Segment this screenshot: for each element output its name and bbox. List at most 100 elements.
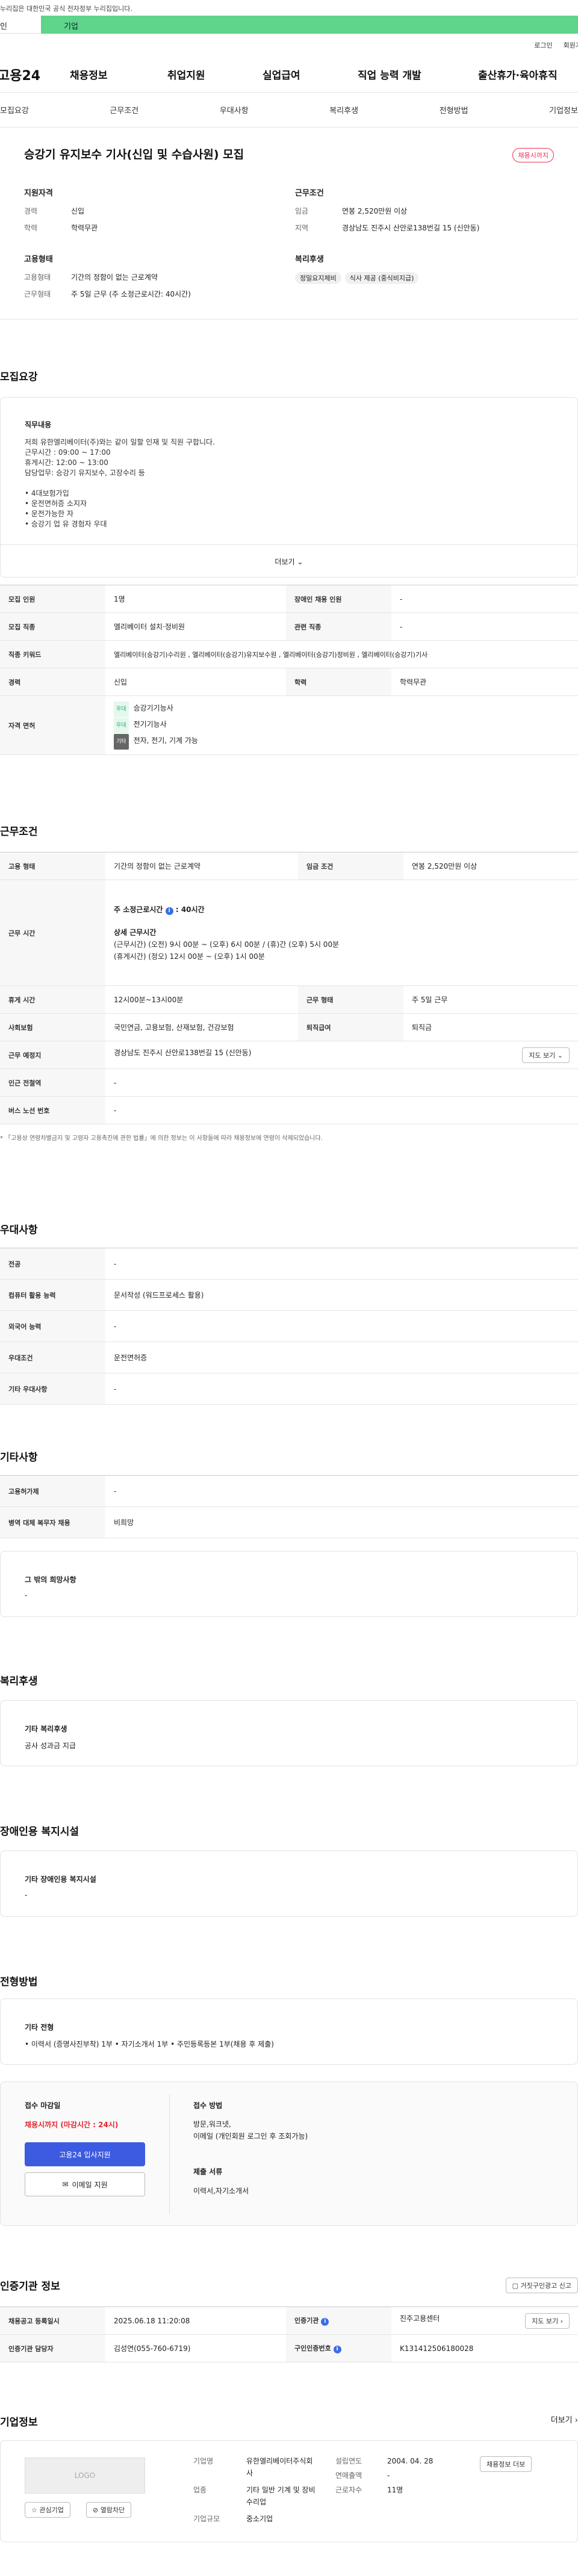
menu-employment-support[interactable]: 취업지원 — [167, 67, 263, 82]
welfare-chip: 정밀요지체비 — [295, 272, 341, 284]
document-icon: ▢ — [512, 2282, 519, 2290]
table-row: 근무 예정지 경상남도 진주시 산안로138번길 15 (신안동) 지도 보기 ⌄ — [0, 1041, 578, 1069]
career-label: 경력 — [24, 207, 38, 215]
anchor-work[interactable]: 근무조건 — [110, 104, 138, 116]
pc-label: 컴퓨터 활용 능력 — [0, 1279, 105, 1311]
lang-value: - — [105, 1310, 578, 1342]
sales-label: 연매출액 — [335, 2471, 362, 2480]
bus-label: 버스 노선 번호 — [0, 1096, 105, 1124]
selection-box-value: • 이력서 (증명사진부착) 1부 • 자기소개서 1부 • 주민등록등본 1부… — [25, 2040, 274, 2048]
menu-unemployment-benefit[interactable]: 실업급여 — [263, 67, 358, 82]
pc-value: 문서작성 (워드프로세스 활용) — [105, 1279, 578, 1311]
weekly-hours: 주 소정근로시간 i : 40시간 — [114, 905, 205, 915]
cert-map-button[interactable]: 지도 보기 › — [525, 2313, 570, 2329]
block-label: 열람차단 — [100, 2506, 125, 2514]
visa-value: - — [105, 1475, 578, 1507]
info-icon[interactable]: i — [165, 907, 173, 915]
anchor-company[interactable]: 기업정보 — [549, 104, 578, 116]
selection-section: 전형방법 — [0, 1973, 578, 1988]
company-logo: LOGO — [25, 2457, 145, 2494]
duty-line: • 4대보험가입 — [25, 489, 69, 498]
email-apply-label: 이메일 지원 — [72, 2180, 108, 2189]
duty-title: 직무내용 — [25, 421, 52, 429]
docs-value: 이력서,자기소개서 — [193, 2187, 249, 2195]
industry-label: 업종 — [193, 2486, 207, 2494]
related-label: 관련 직종 — [286, 612, 391, 641]
disability-box: 기타 장애인용 복지시설 - — [0, 1850, 578, 1917]
cert-id-label: 구인인증번호 — [294, 2344, 331, 2352]
edu-label: 학력 — [24, 224, 38, 232]
anchor-prefer[interactable]: 우대사항 — [220, 104, 249, 116]
method-value: 방문,워크넷, 이메일 (개인회원 로그인 후 조회가능) — [193, 2118, 308, 2142]
deadline-value: 채용시까지 (마감시간 : 24시) — [25, 2121, 119, 2129]
career-value: 신입 — [71, 207, 85, 215]
cert-section: 인증기관 정보 ▢ 거짓구인광고 신고 — [0, 2278, 578, 2296]
duty-line — [25, 478, 215, 488]
sales-value: - — [387, 2471, 390, 2480]
cert-table: 채용공고 등록일시 2025.06.18 11:20:08 인증기관 i 진주고용센터… — [0, 2306, 578, 2362]
anchor-selection[interactable]: 전형방법 — [440, 104, 468, 116]
email-apply-button[interactable]: ✉ 이메일 지원 — [25, 2172, 145, 2196]
info-icon[interactable]: i — [321, 2318, 329, 2326]
age-notice: * 「고용상 연령차별금지 및 고령자 고용촉진에 관한 법률」에 의한 정보는… — [0, 1135, 323, 1142]
site-logo[interactable]: 고용24 — [0, 65, 70, 84]
detail-hours-line: (휴게시간) (정오) 12시 00분 ~ (오후) 1시 00분 — [114, 952, 265, 961]
company-more-link[interactable]: 더보기 › — [551, 2414, 578, 2425]
welfare-chips: 정밀요지체비 식사 제공 (중식비지급) — [295, 272, 422, 284]
license-item: 기타 전자, 전기, 기계 가능 — [114, 733, 570, 750]
major-label: 전공 — [0, 1248, 105, 1280]
anchor-welfare[interactable]: 복리후생 — [329, 104, 358, 116]
signup-link[interactable]: 회원가 — [564, 40, 578, 50]
favorite-company-button[interactable]: ☆ 관심기업 — [25, 2502, 70, 2518]
tab-individual[interactable]: 인 — [0, 16, 41, 34]
block-view-button[interactable]: ⊘ 열람차단 — [86, 2502, 132, 2518]
tab-company[interactable]: 기업 — [41, 16, 578, 34]
table-row: 컴퓨터 활용 능력 문서작성 (워드프로세스 활용) — [0, 1279, 578, 1311]
login-link[interactable]: 로그인 — [534, 40, 552, 50]
duty-line: 저희 유한엘리베이터(주)와는 같이 일할 인재 및 직원 구합니다. — [25, 438, 215, 446]
info-icon[interactable]: i — [333, 2346, 341, 2353]
global-nav: 고용24 채용정보 취업지원 실업급여 직업 능력 개발 출산휴가·육아휴직 — [0, 57, 578, 93]
menu-vocational-training[interactable]: 직업 능력 개발 — [358, 67, 478, 82]
wish-box: 그 밖의 희망사항 - — [0, 1551, 578, 1617]
report-label: 거짓구인광고 신고 — [520, 2282, 571, 2290]
anchor-recruit[interactable]: 모집요강 — [0, 104, 29, 116]
headcount-value: 1명 — [105, 585, 286, 613]
cert-id-label-cell: 구인인증번호 i — [286, 2334, 391, 2362]
more-button[interactable]: 더보기 ⌄ — [1, 544, 577, 578]
license-tag: 기타 — [114, 734, 129, 750]
company-size-value: 중소기업 — [246, 2515, 273, 2523]
favorite-label: 관심기업 — [39, 2506, 64, 2514]
welfare-box: 기타 복리후생 공사 성과금 지급 — [0, 1700, 578, 1766]
prefer-title: 우대사항 — [0, 1224, 38, 1236]
apply-button[interactable]: 고용24 입사지원 — [25, 2142, 145, 2166]
company-more-label: 더보기 — [550, 2416, 573, 2425]
block-icon: ⊘ — [93, 2506, 99, 2514]
detail-hours-title: 상세 근무시간 — [114, 928, 157, 937]
anchor-tabs: 모집요강 근무조건 우대사항 복리후생 전형방법 기업정보 — [0, 93, 578, 128]
summary-card: 승강기 유지보수 기사(신입 및 수습사원) 모집 채용시까지 지원자격 경력 신… — [0, 128, 578, 302]
map-button[interactable]: 지도 보기 ⌄ — [522, 1047, 570, 1063]
job-value: 엘리베이터 설치·정비원 — [105, 612, 286, 641]
prefer-table: 전공 - 컴퓨터 활용 능력 문서작성 (워드프로세스 활용) 외국어 능력 - 우대… — [0, 1248, 578, 1405]
selection-box-title: 기타 전형 — [25, 2023, 54, 2032]
company-jobs-button[interactable]: 채용정보 더보 — [480, 2456, 532, 2472]
other-table: 고용허가제 - 병역 대체 복무자 채용 비희망 — [0, 1475, 578, 1538]
lang-label: 외국어 능력 — [0, 1310, 105, 1342]
other-section: 기타사항 — [0, 1449, 578, 1464]
table-row: 경력 신입 학력 학력무관 — [0, 668, 578, 696]
emp-type-value: 기간의 정함이 없는 근로계약 — [71, 273, 158, 282]
menu-jobs[interactable]: 채용정보 — [70, 67, 167, 82]
table-row: 자격 면허 우대 승강기기능사 우대 전기기능사 기타 전자, 전기, 기계 가능 — [0, 695, 578, 755]
welfare-chip: 식사 제공 (중식비지급) — [344, 272, 419, 284]
prefer-etc-value: - — [105, 1373, 578, 1405]
wage-row-label: 임금 조건 — [298, 852, 403, 880]
welfare-title: 복리후생 — [0, 1675, 38, 1687]
edu-row-label: 학력 — [286, 668, 391, 696]
recruit-table-wrap: 모집 인원 1명 장애인 채용 인원 - 모집 직종 엘리베이터 설치·정비원 관련 직종… — [0, 585, 578, 755]
shift-value: 주 5일 근무 — [403, 985, 578, 1014]
report-button[interactable]: ▢ 거짓구인광고 신고 — [505, 2278, 578, 2293]
work-hours-label: 근무형태 — [24, 290, 51, 298]
menu-parental-leave[interactable]: 출산휴가·육아휴직 — [478, 67, 558, 82]
emp-type-row-label: 고용 형태 — [0, 852, 105, 880]
